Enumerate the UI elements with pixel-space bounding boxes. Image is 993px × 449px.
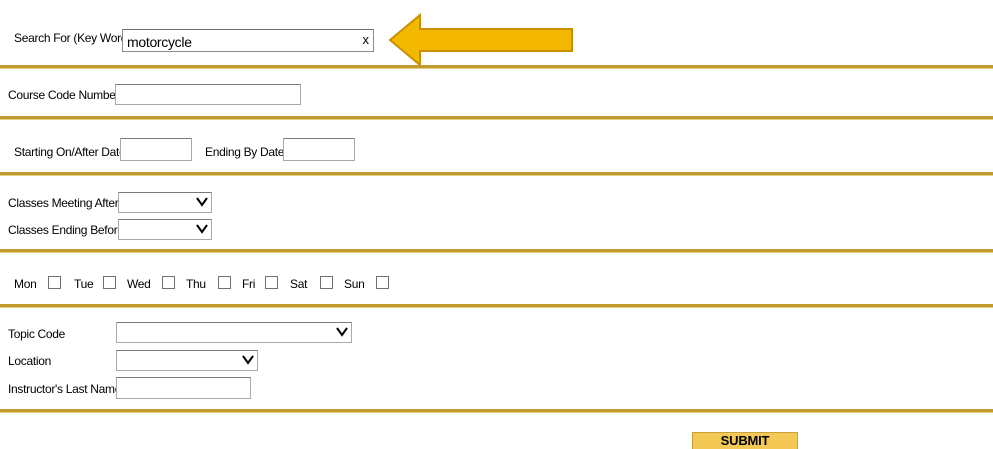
course-code-label: Course Code Number — [8, 88, 120, 102]
day-label-tue: Tue — [74, 277, 94, 291]
instructor-last-name-field[interactable] — [116, 377, 251, 399]
day-checkbox-wed[interactable] — [162, 276, 175, 289]
course-code-field[interactable] — [115, 84, 301, 105]
day-checkbox-thu[interactable] — [218, 276, 231, 289]
topic-code-label: Topic Code — [8, 327, 66, 341]
chevron-down-icon — [242, 355, 254, 365]
day-checkbox-tue[interactable] — [103, 276, 116, 289]
meeting-after-select[interactable] — [118, 192, 212, 213]
ending-before-select[interactable] — [118, 219, 212, 240]
location-label: Location — [8, 354, 51, 368]
clear-search-button[interactable]: x — [363, 33, 370, 47]
search-input-value: motorcycle — [127, 34, 192, 50]
end-date-label: Ending By Date — [205, 145, 285, 159]
day-label-fri: Fri — [242, 277, 256, 291]
day-label-sun: Sun — [344, 277, 365, 291]
section-divider — [0, 116, 993, 119]
location-select[interactable] — [116, 350, 258, 371]
section-divider — [0, 409, 993, 412]
chevron-down-icon — [196, 197, 208, 207]
day-label-mon: Mon — [14, 277, 37, 291]
course-search-form: Search For (Key Word) motorcycle x Cours… — [0, 0, 993, 449]
submit-button[interactable]: SUBMIT — [692, 432, 798, 449]
section-divider — [0, 65, 993, 68]
start-date-field[interactable] — [120, 138, 192, 161]
chevron-down-icon — [336, 327, 348, 337]
day-checkbox-sun[interactable] — [376, 276, 389, 289]
chevron-down-icon — [196, 224, 208, 234]
section-divider — [0, 172, 993, 175]
end-date-field[interactable] — [283, 138, 355, 161]
start-date-label: Starting On/After Date — [14, 145, 126, 159]
section-divider — [0, 304, 993, 307]
topic-code-select[interactable] — [116, 322, 352, 343]
meeting-after-label: Classes Meeting After — [8, 196, 119, 210]
day-checkbox-mon[interactable] — [48, 276, 61, 289]
section-divider — [0, 249, 993, 252]
day-label-thu: Thu — [186, 277, 206, 291]
search-label: Search For (Key Word) — [14, 31, 131, 45]
search-input[interactable]: motorcycle x — [122, 29, 374, 52]
arrow-left-icon — [388, 13, 573, 67]
ending-before-label: Classes Ending Before — [8, 223, 124, 237]
day-label-wed: Wed — [127, 277, 151, 291]
day-checkbox-sat[interactable] — [320, 276, 333, 289]
instructor-label: Instructor's Last Name — [8, 382, 122, 396]
day-label-sat: Sat — [290, 277, 308, 291]
day-checkbox-fri[interactable] — [265, 276, 278, 289]
